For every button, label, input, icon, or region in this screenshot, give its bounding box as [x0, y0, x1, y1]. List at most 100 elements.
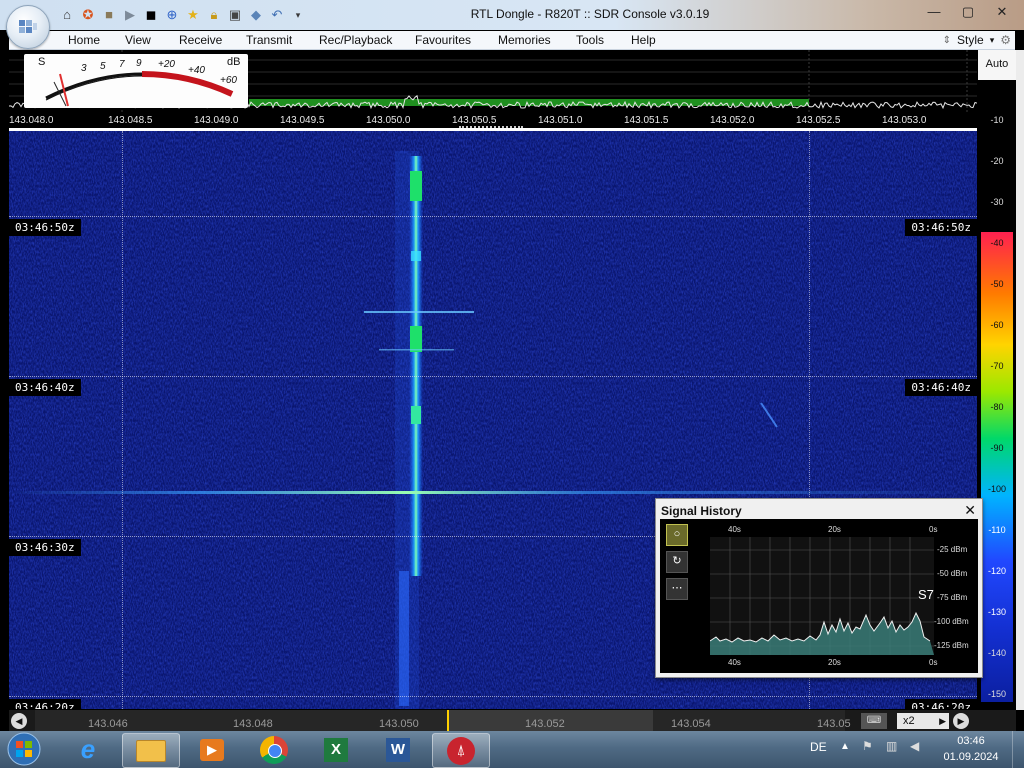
- s-unit-label: S: [38, 56, 46, 68]
- taskbar: e ▶ X W ⍋ DE ▲ ⚑ ▥ ◀ 03:46 01.09.2024: [0, 731, 1024, 768]
- camera-icon[interactable]: ▣: [226, 6, 244, 24]
- db-tick-label: -140: [987, 648, 1006, 658]
- start-button[interactable]: [5, 731, 43, 768]
- menu-tools[interactable]: Tools: [576, 33, 604, 47]
- s-scale-label: 5: [100, 61, 106, 72]
- s-scale-label: 3: [81, 63, 87, 74]
- menu-receive[interactable]: Receive: [179, 33, 222, 47]
- dropdown-icon[interactable]: ▾: [289, 6, 307, 24]
- menu-transmit[interactable]: Transmit: [246, 33, 292, 47]
- minimize-icon[interactable]: —: [922, 3, 946, 21]
- window-title: RTL Dongle - R820T :: SDR Console v3.0.1…: [470, 7, 710, 21]
- close-icon[interactable]: ✕: [964, 502, 976, 519]
- drop-icon[interactable]: ◆: [247, 6, 265, 24]
- undo-icon[interactable]: ↶: [268, 6, 286, 24]
- keyboard-language[interactable]: DE: [810, 740, 827, 754]
- close-icon[interactable]: ✕: [990, 3, 1014, 21]
- frequency-label: 143.050.0: [366, 115, 411, 126]
- tray-expand-icon[interactable]: ▲: [840, 741, 850, 752]
- chevron-down-icon: ▾: [989, 34, 995, 45]
- auto-scale-button[interactable]: Auto: [978, 50, 1016, 80]
- plus-icon[interactable]: ⊕: [163, 6, 181, 24]
- stop-icon[interactable]: ◼: [142, 6, 160, 24]
- frequency-scroll-bar[interactable]: ◀ 143.046 143.048 143.050 143.052 143.05…: [9, 710, 1016, 732]
- taskbar-app-sdr-console[interactable]: ⍋: [432, 733, 490, 768]
- frequency-label: 143.049.0: [194, 115, 239, 126]
- db-tick-label: -70: [990, 361, 1004, 371]
- home-icon[interactable]: ⌂: [58, 6, 76, 24]
- signal-history-plot: [710, 537, 934, 655]
- application-menu-button[interactable]: [6, 5, 50, 49]
- collapse-icon[interactable]: ⇕: [943, 35, 951, 46]
- scroll-left-icon[interactable]: ◀: [11, 713, 27, 729]
- volume-icon[interactable]: ◀: [910, 739, 919, 753]
- menu-memories[interactable]: Memories: [498, 33, 551, 47]
- lock-icon[interactable]: 🔒︎: [205, 6, 223, 24]
- folder-icon[interactable]: ■: [100, 6, 118, 24]
- sdr-console-icon: ⍋: [447, 736, 475, 765]
- splitter-handle[interactable]: [459, 126, 523, 130]
- network-icon[interactable]: ▥: [886, 739, 897, 753]
- quick-access-toolbar: ⌂ ✪ ■ ▶ ◼ ⊕ ★ 🔒︎ ▣ ◆ ↶ ▾: [58, 6, 307, 24]
- db-tick-label: -80: [990, 402, 1004, 412]
- gear-icon[interactable]: ⚙: [1000, 33, 1011, 47]
- dbm-label: -75 dBm: [937, 593, 968, 602]
- taskbar-app-chrome[interactable]: [246, 733, 302, 766]
- menu-view[interactable]: View: [125, 33, 151, 47]
- db-tick-label: -40: [990, 238, 1004, 248]
- zoom-label: x2: [903, 715, 915, 727]
- taskbar-app-word[interactable]: W: [370, 733, 426, 766]
- db-scale: Auto -10 -20 -30 -40 -50 -60 -70 -80 -90…: [978, 50, 1016, 710]
- s-reading-label: S7: [918, 587, 934, 602]
- keyboard-icon[interactable]: ⌨: [861, 713, 887, 729]
- time-gridline: [9, 696, 977, 697]
- menu-home[interactable]: Home: [68, 33, 100, 47]
- timestamp-left: 03:46:40z: [9, 379, 81, 396]
- lifebuoy-icon[interactable]: ✪: [79, 6, 97, 24]
- frequency-label: 143.049.5: [280, 115, 325, 126]
- window-controls: — ▢ ✕: [922, 3, 1014, 21]
- taskbar-app-file-explorer[interactable]: [122, 733, 180, 768]
- frequency-scale[interactable]: 143.048.0 143.048.5 143.049.0 143.049.5 …: [9, 112, 977, 131]
- time-label: 0s: [929, 525, 938, 534]
- play-icon[interactable]: ▶: [121, 6, 139, 24]
- timestamp-left: 03:46:20z: [9, 699, 81, 709]
- clock-date: 01.09.2024: [943, 751, 999, 763]
- zoom-selector[interactable]: x2 ▶: [897, 713, 949, 729]
- reset-tool-button[interactable]: ↻: [666, 551, 688, 573]
- show-desktop-button[interactable]: [1012, 731, 1024, 768]
- scroll-track[interactable]: [35, 710, 845, 732]
- time-label: 0s: [929, 658, 938, 667]
- taskbar-app-excel[interactable]: X: [308, 733, 364, 766]
- title-bar: ⌂ ✪ ■ ▶ ◼ ⊕ ★ 🔒︎ ▣ ◆ ↶ ▾ RTL Dongle - R8…: [0, 0, 1024, 30]
- timestamp-right: 03:46:40z: [905, 379, 977, 396]
- record-tool-button[interactable]: ○: [666, 524, 688, 546]
- scroll-right-icon[interactable]: ▶: [953, 713, 969, 729]
- window-border: [1016, 50, 1024, 710]
- menu-bar: Home View Receive Transmit Rec/Playback …: [9, 31, 1015, 50]
- timestamp-right: 03:46:50z: [905, 219, 977, 236]
- time-label: 20s: [828, 658, 841, 667]
- more-tool-button[interactable]: ⋯: [666, 578, 688, 600]
- s-scale-label: 9: [136, 58, 142, 69]
- maximize-icon[interactable]: ▢: [956, 3, 980, 21]
- dbm-label: -100 dBm: [934, 617, 969, 626]
- db-tick-label: -20: [990, 156, 1004, 166]
- taskbar-app-media-player[interactable]: ▶: [184, 733, 240, 766]
- star-icon[interactable]: ★: [184, 6, 202, 24]
- db-tick-label: -90: [990, 443, 1004, 453]
- taskbar-app-internet-explorer[interactable]: e: [60, 733, 116, 766]
- menu-help[interactable]: Help: [631, 33, 656, 47]
- style-label: Style: [957, 33, 984, 47]
- panel-title: Signal History: [661, 504, 742, 518]
- internet-explorer-icon: e: [80, 734, 96, 764]
- action-center-icon[interactable]: ⚑: [862, 739, 873, 753]
- db-tick-label: -110: [988, 525, 1006, 535]
- menu-rec-playback[interactable]: Rec/Playback: [319, 33, 392, 47]
- db-tick-label: -10: [990, 115, 1004, 125]
- bottom-frequency-label: 143.052: [525, 718, 565, 730]
- style-selector[interactable]: ⇕ Style ▾ ⚙: [943, 31, 1011, 49]
- colour-scale-bar[interactable]: [981, 232, 1013, 702]
- menu-favourites[interactable]: Favourites: [415, 33, 471, 47]
- system-clock[interactable]: 03:46 01.09.2024: [936, 733, 1006, 765]
